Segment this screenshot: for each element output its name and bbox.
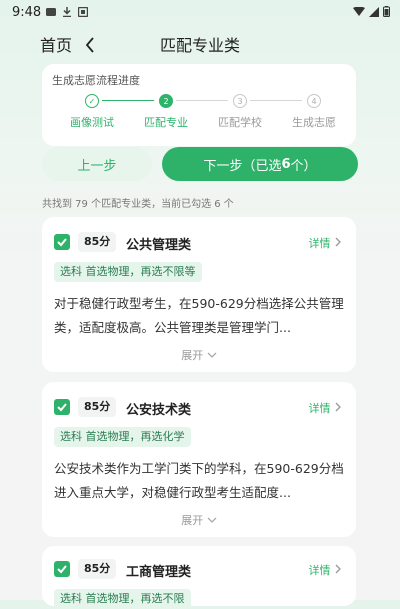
step-number: 4 bbox=[307, 94, 321, 108]
step-number: 2 bbox=[159, 94, 173, 108]
major-description: 对于稳健行政型考生，在590-629分档选择公共管理类，适配度极高。公共管理类是… bbox=[54, 296, 344, 335]
detail-link[interactable]: 详情 bbox=[309, 235, 343, 251]
signal-icon bbox=[369, 6, 379, 17]
chevron-right-icon bbox=[335, 402, 341, 412]
download-icon bbox=[63, 7, 71, 17]
major-card[interactable]: 85分 工商管理类 详情 选科 首选物理，再选不限 bbox=[42, 546, 356, 609]
score-badge: 85分 bbox=[78, 232, 117, 252]
step-number: 3 bbox=[233, 94, 247, 108]
detail-label: 详情 bbox=[308, 402, 331, 415]
checkbox[interactable] bbox=[54, 234, 70, 250]
page-title: 匹配专业类 bbox=[159, 36, 240, 55]
result-summary: 共找到 79 个匹配专业类，当前已勾选 6 个 bbox=[42, 199, 234, 210]
notification-icon bbox=[46, 8, 56, 16]
major-name: 公安技术类 bbox=[126, 403, 192, 418]
step-done-icon: ✓ bbox=[85, 94, 99, 108]
detail-link[interactable]: 详情 bbox=[309, 562, 343, 578]
detail-link[interactable]: 详情 bbox=[309, 400, 343, 416]
nav-bar: 首页 匹配专业类 bbox=[0, 26, 400, 62]
step-label: 匹配学校 bbox=[218, 116, 262, 129]
check-icon bbox=[57, 565, 67, 574]
subject-tag: 选科 首选物理，再选不限等 bbox=[54, 262, 202, 282]
status-bar: 9:48 bbox=[0, 0, 400, 26]
major-card[interactable]: 85分 公安技术类 详情 选科 首选物理，再选化学 公安技术类作为工学门类下的学… bbox=[42, 382, 356, 537]
selected-count: 6 bbox=[281, 156, 291, 172]
chevron-right-icon bbox=[335, 564, 341, 574]
detail-label: 详情 bbox=[308, 564, 331, 577]
step-label: 匹配专业 bbox=[144, 116, 188, 129]
check-icon bbox=[57, 238, 67, 247]
media-icon bbox=[78, 7, 88, 17]
step-match-major: 2 匹配专业 bbox=[131, 94, 201, 130]
step-label: 画像测试 bbox=[70, 116, 114, 129]
step-match-school: 3 匹配学校 bbox=[205, 94, 275, 130]
status-time: 9:48 bbox=[12, 5, 42, 20]
next-step-button[interactable]: 下一步（已选 6 个） bbox=[162, 147, 358, 181]
progress-label: 生成志愿流程进度 bbox=[52, 74, 140, 87]
checkbox[interactable] bbox=[54, 561, 70, 577]
expand-label: 展开 bbox=[181, 514, 204, 527]
chevron-down-icon bbox=[207, 352, 217, 358]
major-card[interactable]: 85分 公共管理类 详情 选科 首选物理，再选不限等 对于稳健行政型考生，在59… bbox=[42, 217, 356, 372]
score-badge: 85分 bbox=[78, 559, 117, 579]
check-icon bbox=[57, 403, 67, 412]
progress-card: 生成志愿流程进度 ✓ 画像测试 2 匹配专业 3 匹配学校 4 生成志愿 bbox=[42, 64, 356, 146]
battery-icon bbox=[383, 6, 390, 17]
expand-button[interactable]: 展开 bbox=[42, 512, 356, 528]
step-portrait-test: ✓ 画像测试 bbox=[57, 94, 127, 130]
chevron-right-icon bbox=[335, 237, 341, 247]
chevron-down-icon bbox=[207, 517, 217, 523]
subject-tag: 选科 首选物理，再选不限 bbox=[54, 589, 191, 609]
score-badge: 85分 bbox=[78, 397, 117, 417]
prev-step-button[interactable]: 上一步 bbox=[42, 147, 152, 181]
step-generate: 4 生成志愿 bbox=[279, 94, 349, 130]
checkbox[interactable] bbox=[54, 399, 70, 415]
next-step-suffix: 个） bbox=[290, 158, 317, 174]
subject-tag: 选科 首选物理，再选化学 bbox=[54, 427, 191, 447]
wifi-icon bbox=[353, 6, 365, 16]
next-step-label: 下一步（已选 bbox=[203, 158, 282, 174]
expand-button[interactable]: 展开 bbox=[42, 347, 356, 363]
major-name: 公共管理类 bbox=[126, 238, 192, 253]
major-description: 公安技术类作为工学门类下的学科，在590-629分档进入重点大学，对稳健行政型考… bbox=[54, 461, 344, 500]
expand-label: 展开 bbox=[181, 349, 204, 362]
major-name: 工商管理类 bbox=[126, 565, 192, 580]
detail-label: 详情 bbox=[308, 237, 331, 250]
step-label: 生成志愿 bbox=[292, 116, 336, 129]
